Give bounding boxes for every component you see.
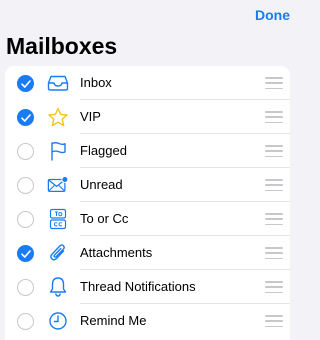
mailbox-label: Attachments: [80, 245, 153, 260]
star-icon: [47, 106, 69, 128]
clock-icon: [47, 310, 69, 332]
reorder-handle-icon[interactable]: [265, 281, 283, 293]
top-bar: Done: [0, 0, 300, 30]
done-button[interactable]: Done: [255, 7, 290, 23]
unread-envelope-icon: [47, 174, 69, 196]
mailbox-row-inbox[interactable]: Inbox: [5, 66, 290, 100]
mailbox-label: Remind Me: [80, 313, 147, 328]
mailbox-row-unread[interactable]: Unread: [5, 168, 290, 202]
selection-checkbox[interactable]: [17, 143, 34, 160]
mailbox-row-flagged[interactable]: Flagged: [5, 134, 290, 168]
reorder-handle-icon[interactable]: [265, 213, 283, 225]
selection-checkbox[interactable]: [17, 75, 34, 92]
reorder-handle-icon[interactable]: [265, 77, 283, 89]
mailbox-list: Inbox VIP Flagged Unread To or Cc Attach…: [5, 66, 290, 340]
mailbox-label: Flagged: [80, 143, 127, 158]
flag-icon: [47, 140, 69, 162]
mailbox-row-remind-me[interactable]: Remind Me: [5, 304, 290, 338]
selection-checkbox[interactable]: [17, 177, 34, 194]
mailbox-label: Thread Notifications: [80, 279, 196, 294]
mailbox-row-vip[interactable]: VIP: [5, 100, 290, 134]
page-title: Mailboxes: [6, 33, 118, 59]
mailbox-label: To or Cc: [80, 211, 129, 226]
reorder-handle-icon[interactable]: [265, 179, 283, 191]
paperclip-icon: [47, 242, 69, 264]
reorder-handle-icon[interactable]: [265, 247, 283, 259]
selection-checkbox[interactable]: [17, 211, 34, 228]
selection-checkbox[interactable]: [17, 109, 34, 126]
selection-checkbox[interactable]: [17, 313, 34, 330]
reorder-handle-icon[interactable]: [265, 111, 283, 123]
mailbox-label: VIP: [80, 109, 101, 124]
selection-checkbox[interactable]: [17, 245, 34, 262]
reorder-handle-icon[interactable]: [265, 315, 283, 327]
mailbox-row-thread-notifications[interactable]: Thread Notifications: [5, 270, 290, 304]
to-cc-icon: [47, 208, 69, 230]
mailbox-label: Inbox: [80, 75, 112, 90]
mailbox-label: Unread: [80, 177, 123, 192]
mailbox-row-to-or-cc[interactable]: To or Cc: [5, 202, 290, 236]
reorder-handle-icon[interactable]: [265, 145, 283, 157]
selection-checkbox[interactable]: [17, 279, 34, 296]
inbox-tray-icon: [47, 72, 69, 94]
bell-icon: [47, 276, 69, 298]
mailbox-row-attachments[interactable]: Attachments: [5, 236, 290, 270]
